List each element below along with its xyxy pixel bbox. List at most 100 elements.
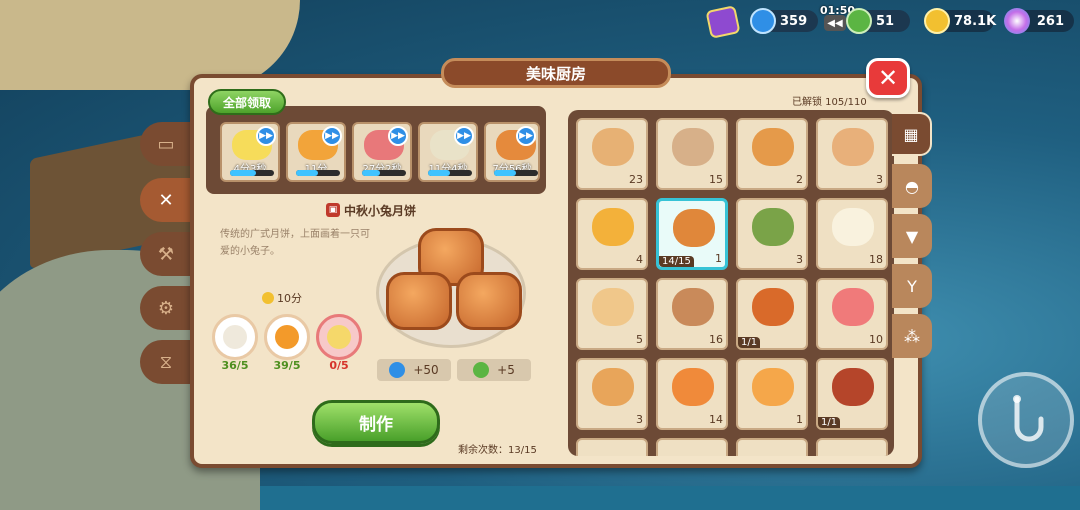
- dna-tab[interactable]: ⧖: [140, 340, 192, 384]
- ingredient-slot[interactable]: [264, 314, 310, 360]
- dish-count: 5: [636, 333, 643, 346]
- ingredient-image: [327, 325, 351, 349]
- fish-hook-icon: [1013, 395, 1044, 442]
- dish-cell[interactable]: 3: [816, 118, 888, 190]
- mooncake-left: [386, 272, 452, 330]
- tool-reward-value: +5: [497, 363, 515, 377]
- cooking-tab[interactable]: ✕: [140, 178, 192, 222]
- dish-cell-partial[interactable]: [656, 438, 728, 456]
- hammer-tab[interactable]: ⚒: [140, 232, 192, 276]
- make-button[interactable]: 制作: [312, 400, 440, 444]
- energy-icon: [389, 362, 406, 378]
- dish-cell-partial[interactable]: [816, 438, 888, 456]
- speedup-icon[interactable]: ▶▶: [516, 126, 536, 146]
- dish-cell[interactable]: 23: [576, 118, 648, 190]
- ingredient-slot[interactable]: [212, 314, 258, 360]
- ingredient-image: [275, 325, 299, 349]
- tab-drink[interactable]: Y: [892, 264, 932, 308]
- dish-cell[interactable]: 15: [656, 118, 728, 190]
- dish-cell[interactable]: 2: [736, 118, 808, 190]
- dish-cell[interactable]: 4: [576, 198, 648, 270]
- dish-progress: 1/1: [738, 337, 761, 348]
- dish-image: [673, 209, 715, 247]
- dish-cell[interactable]: 18: [816, 198, 888, 270]
- fork-knife-icon: ✕: [158, 189, 174, 211]
- dish-progress: 1/1: [818, 417, 841, 428]
- tab-burger[interactable]: ◓: [892, 164, 932, 208]
- dish-cell[interactable]: 10: [816, 278, 888, 350]
- gem-counter[interactable]: 261: [1004, 8, 1074, 34]
- dish-cell[interactable]: 1 14/15: [656, 198, 728, 270]
- collect-all-button[interactable]: 全部领取: [208, 89, 286, 115]
- speedup-icon[interactable]: ▶▶: [454, 126, 474, 146]
- fishing-button[interactable]: [978, 372, 1074, 468]
- close-icon: ✕: [877, 64, 899, 92]
- gold-coin-icon: [924, 8, 950, 34]
- energy-reward: +50: [377, 359, 451, 381]
- dish-image: [832, 128, 874, 166]
- queue-progress: [362, 170, 406, 176]
- tool-counter[interactable]: 51: [846, 8, 912, 34]
- dish-progress: 14/15: [659, 256, 694, 267]
- dish-image: [752, 128, 794, 166]
- dish-cell-partial[interactable]: [576, 438, 648, 456]
- dish-cell[interactable]: 14: [656, 358, 728, 430]
- speedup-icon[interactable]: ▶▶: [322, 126, 342, 146]
- dish-cell[interactable]: 1/1: [736, 278, 808, 350]
- dish-cell[interactable]: 3: [736, 198, 808, 270]
- dish-count: 1: [796, 413, 803, 426]
- unlocked-count: 已解锁 105/110: [792, 97, 867, 108]
- dish-cell[interactable]: 1: [736, 358, 808, 430]
- spice-icon: ⁂: [904, 326, 920, 346]
- dish-image: [672, 128, 714, 166]
- recipe-name: 中秋小兔月饼: [344, 203, 417, 218]
- gear-tab[interactable]: ⚙: [140, 286, 192, 330]
- ingredient-image: [223, 325, 247, 349]
- close-button[interactable]: ✕: [866, 58, 910, 98]
- tool-icon: [473, 362, 490, 378]
- burger-icon: ◓: [905, 176, 919, 196]
- ingredient-count: 36/5: [221, 359, 249, 372]
- dish-count: 15: [709, 173, 723, 186]
- dish-count: 23: [629, 173, 643, 186]
- ingredient-slot[interactable]: [316, 314, 362, 360]
- ingredient-count: 39/5: [273, 359, 301, 372]
- tab-all[interactable]: ▦: [892, 112, 932, 156]
- tab-dessert[interactable]: ▼: [892, 214, 932, 258]
- tool-value: 51: [876, 13, 895, 29]
- icecream-icon: ▼: [905, 226, 919, 246]
- queue-slot[interactable]: ▶▶11分4秒: [418, 122, 478, 182]
- dish-count: 10: [869, 333, 883, 346]
- queue-progress: [428, 170, 472, 176]
- fast-forward-icon[interactable]: ◀◀: [824, 15, 846, 31]
- dish-image: [592, 288, 634, 326]
- speedup-icon[interactable]: ▶▶: [388, 126, 408, 146]
- energy-counter[interactable]: 359: [750, 8, 820, 34]
- bag-tab[interactable]: ▭: [140, 122, 192, 166]
- dish-image: [672, 368, 714, 406]
- queue-slot[interactable]: ▶▶4分3秒: [220, 122, 280, 182]
- recipe-description: 传统的广式月饼，上面画着一只可爱的小兔子。: [220, 229, 370, 257]
- dish-cell[interactable]: 1/1: [816, 358, 888, 430]
- dish-count: 16: [709, 333, 723, 346]
- mooncake-right: [456, 272, 522, 330]
- recipe-timer: 10分: [262, 290, 302, 306]
- dish-count: 3: [636, 413, 643, 426]
- dish-cell[interactable]: 5: [576, 278, 648, 350]
- dish-grid: 23 15 2 3 4 1 14/15 3 18 5 16 1/1 10 3 14 1 1/1: [568, 110, 894, 456]
- mooncake-image: [376, 220, 528, 350]
- dish-cell[interactable]: 16: [656, 278, 728, 350]
- gold-counter[interactable]: 78.1K: [924, 8, 996, 34]
- queue-slot[interactable]: ▶▶27分2秒: [352, 122, 412, 182]
- queue-slot[interactable]: ▶▶7分56秒: [484, 122, 540, 182]
- tab-spice[interactable]: ⁂: [892, 314, 932, 358]
- dish-cell-partial[interactable]: [736, 438, 808, 456]
- dish-count: 3: [796, 253, 803, 266]
- speedup-icon[interactable]: ▶▶: [256, 126, 276, 146]
- recipe-title: ▣ 中秋小兔月饼: [326, 201, 416, 219]
- queue-slot[interactable]: ▶▶11分: [286, 122, 346, 182]
- dish-cell[interactable]: 3: [576, 358, 648, 430]
- dish-image: [832, 208, 874, 246]
- gem-value: 261: [1036, 13, 1064, 29]
- tool-reward: +5: [457, 359, 531, 381]
